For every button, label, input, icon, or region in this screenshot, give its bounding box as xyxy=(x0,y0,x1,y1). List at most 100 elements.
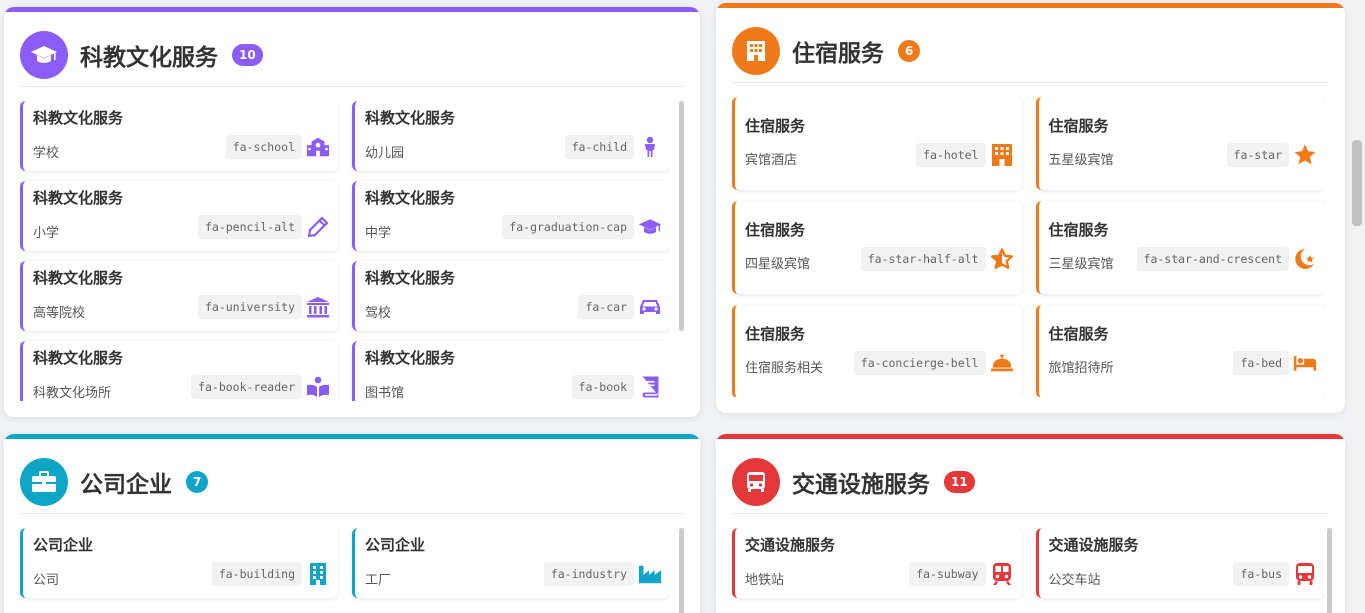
panel-scrollbar[interactable] xyxy=(1327,528,1332,613)
industry-icon xyxy=(638,562,662,586)
panel-edu-header: 科教文化服务 10 xyxy=(20,23,684,87)
card-title: 科教文化服务 xyxy=(365,189,456,207)
category-card[interactable]: 住宿服务三星级宾馆 fa-star-and-crescent xyxy=(1035,201,1325,294)
icon-code-tag: fa-subway xyxy=(909,562,986,586)
card-title: 科教文化服务 xyxy=(33,349,124,367)
graduation-cap-icon xyxy=(638,215,662,239)
panel-transport-accent xyxy=(716,434,1345,439)
card-subtitle: 学校 xyxy=(33,146,60,161)
category-card[interactable]: 交通设施服务 地铁站 fa-subway xyxy=(732,528,1022,598)
card-subtitle: 图书馆 xyxy=(365,386,405,401)
category-card[interactable]: 公司企业 公司 fa-building xyxy=(20,528,338,598)
panel-edu: 科教文化服务 10 科教文化服务 学校 fa-school 科教文化服务 幼儿园 fa-c… xyxy=(4,7,700,417)
star-half-icon xyxy=(990,247,1014,271)
subway-icon xyxy=(990,562,1014,586)
bed-icon xyxy=(1293,351,1317,375)
panel-company-accent xyxy=(4,434,700,439)
icon-code-tag: fa-bed xyxy=(1233,351,1289,375)
icon-code-tag: fa-child xyxy=(564,135,634,159)
category-card[interactable]: 住宿服务 住宿服务相关 fa-concierge-bell xyxy=(732,305,1022,397)
category-card[interactable]: 科教文化服务 图书馆 fa-book xyxy=(352,341,670,401)
card-title: 交通设施服务 xyxy=(1048,536,1139,554)
card-subtitle: 三星级宾馆 xyxy=(1048,257,1114,272)
panel-hotel-header: 住宿服务 6 xyxy=(732,19,1329,83)
card-subtitle: 驾校 xyxy=(365,306,392,321)
university-icon xyxy=(306,295,330,319)
concierge-bell-icon xyxy=(990,351,1014,375)
card-subtitle: 公司 xyxy=(33,573,60,588)
panel-company-header: 公司企业 7 xyxy=(20,450,684,514)
category-card[interactable]: 科教文化服务 科教文化场所 fa-book-reader xyxy=(20,341,338,401)
hotel-icon xyxy=(732,26,780,75)
card-subtitle: 旅馆招待所 xyxy=(1048,361,1114,376)
icon-code-tag: fa-star-and-crescent xyxy=(1136,247,1289,271)
card-subtitle: 高等院校 xyxy=(33,306,86,321)
icon-code-tag: fa-graduation-cap xyxy=(502,215,634,239)
page-scrollbar[interactable] xyxy=(1349,0,1365,613)
card-title: 住宿服务 xyxy=(1048,325,1109,343)
panel-hotel: 住宿服务 6 住宿服务 宾馆酒店 fa-hotel 住宿服务 五星级宾馆 fa-star 住… xyxy=(716,3,1345,413)
card-grid: 科教文化服务 学校 fa-school 科教文化服务 幼儿园 fa-child 科教文化服务… xyxy=(20,101,670,401)
pencil-icon xyxy=(306,215,330,239)
count-badge: 10 xyxy=(232,43,263,66)
card-grid: 住宿服务 宾馆酒店 fa-hotel 住宿服务 五星级宾馆 fa-star 住宿服务 四星级宾… xyxy=(732,97,1325,397)
card-subtitle: 住宿服务相关 xyxy=(745,361,824,376)
school-icon xyxy=(306,135,330,159)
category-card[interactable]: 住宿服务 五星级宾馆 fa-star xyxy=(1035,97,1325,190)
page: 科教文化服务 10 科教文化服务 学校 fa-school 科教文化服务 幼儿园 fa-c… xyxy=(0,0,1365,613)
card-subtitle: 公交车站 xyxy=(1048,573,1101,588)
category-card[interactable]: 住宿服务 宾馆酒店 fa-hotel xyxy=(732,97,1022,190)
card-title: 科教文化服务 xyxy=(365,349,456,367)
book-icon xyxy=(638,375,662,399)
bus-icon xyxy=(1293,562,1317,586)
card-title: 科教文化服务 xyxy=(365,269,456,287)
panel-title: 交通设施服务 xyxy=(792,471,930,498)
card-title: 科教文化服务 xyxy=(33,189,124,207)
briefcase-icon xyxy=(20,457,68,506)
category-card[interactable]: 住宿服务 四星级宾馆 fa-star-half-alt xyxy=(732,201,1022,294)
panel-company: 公司企业 7 公司企业公司 fa-building 公司企业 工厂 fa-industr… xyxy=(4,434,700,613)
panel-title: 科教文化服务 xyxy=(80,44,218,71)
category-card[interactable]: 科教文化服务 小学 fa-pencil-alt xyxy=(20,181,338,251)
count-badge: 7 xyxy=(186,470,209,493)
book-reader-icon xyxy=(306,375,330,399)
page-scrollbar-thumb[interactable] xyxy=(1352,140,1362,226)
category-card[interactable]: 公司企业 工厂 fa-industry xyxy=(352,528,670,598)
card-subtitle: 五星级宾馆 xyxy=(1048,153,1114,168)
category-card[interactable]: 科教文化服务 幼儿园 fa-child xyxy=(352,101,670,171)
bus-icon xyxy=(732,457,780,506)
card-title: 住宿服务 xyxy=(1048,221,1109,239)
category-card[interactable]: 科教文化服务 中学 fa-graduation-cap xyxy=(352,181,670,251)
card-title: 公司企业 xyxy=(365,536,426,554)
panel-hotel-accent xyxy=(716,3,1345,8)
category-card[interactable]: 住宿服务旅馆招待所 fa-bed xyxy=(1035,305,1325,397)
icon-code-tag: fa-bus xyxy=(1233,562,1289,586)
category-card[interactable]: 交通设施服务 公交车站 fa-bus xyxy=(1035,528,1325,598)
card-title: 科教文化服务 xyxy=(33,269,124,287)
icon-code-tag: fa-school xyxy=(225,135,302,159)
category-card[interactable]: 科教文化服务 学校 fa-school xyxy=(20,101,338,171)
icon-code-tag: fa-building xyxy=(211,562,302,586)
category-card[interactable]: 科教文化服务 驾校 fa-car xyxy=(352,261,670,331)
category-card[interactable]: 科教文化服务 高等院校 fa-university xyxy=(20,261,338,331)
card-grid: 交通设施服务 地铁站 fa-subway 交通设施服务 公交车站 fa-bus xyxy=(732,528,1325,613)
card-subtitle: 地铁站 xyxy=(745,573,785,588)
card-subtitle: 小学 xyxy=(33,226,60,241)
hotel-icon xyxy=(990,143,1014,167)
card-subtitle: 宾馆酒店 xyxy=(745,153,798,168)
card-title: 住宿服务 xyxy=(1048,117,1109,135)
card-title: 科教文化服务 xyxy=(365,109,456,127)
icon-code-tag: fa-book xyxy=(571,375,634,399)
panel-edu-accent xyxy=(4,7,700,12)
card-subtitle: 幼儿园 xyxy=(365,146,405,161)
graduation-cap-icon xyxy=(20,30,68,79)
panel-scrollbar[interactable] xyxy=(679,528,684,613)
icon-code-tag: fa-university xyxy=(197,295,302,319)
car-icon xyxy=(638,295,662,319)
panel-scrollbar[interactable] xyxy=(679,101,684,331)
card-title: 交通设施服务 xyxy=(745,536,836,554)
card-title: 住宿服务 xyxy=(745,325,806,343)
child-icon xyxy=(638,135,662,159)
panel-transport-header: 交通设施服务 11 xyxy=(732,450,1329,514)
count-badge: 6 xyxy=(898,39,921,62)
